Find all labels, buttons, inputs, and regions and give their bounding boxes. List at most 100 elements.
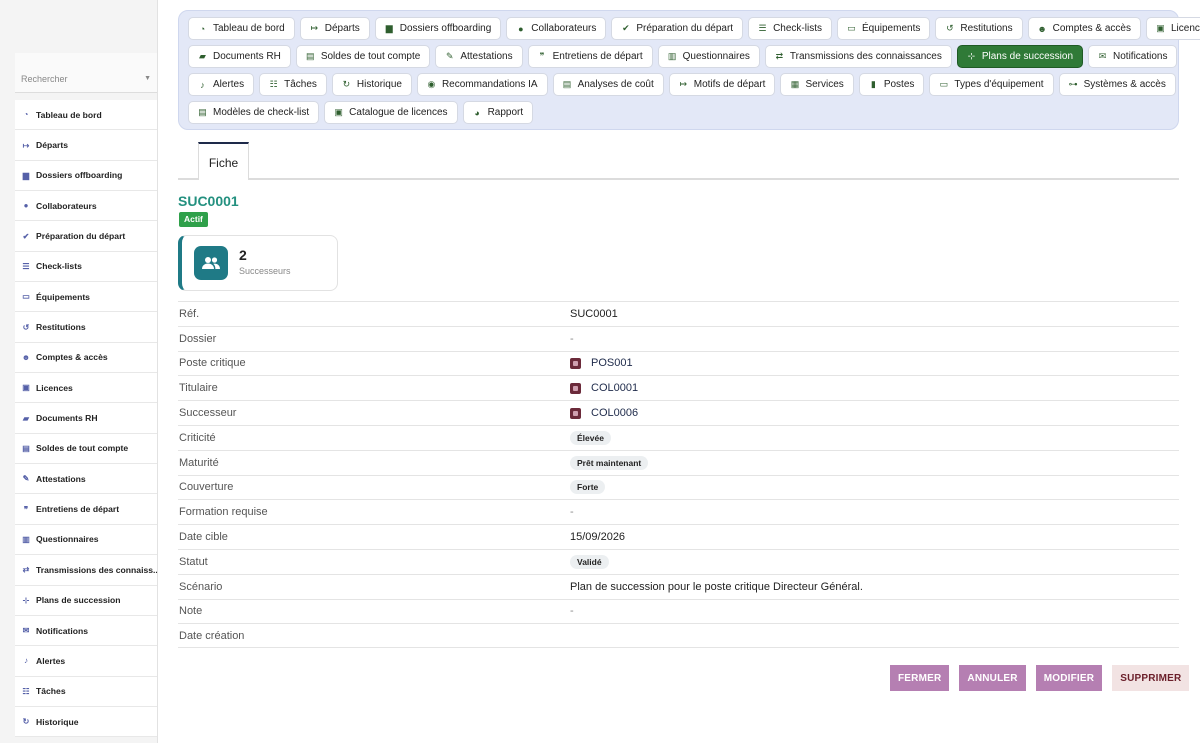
list-icon: ☰ (22, 261, 30, 271)
sidebar-item[interactable]: ✎ Attestations (15, 464, 157, 495)
detail-fields: Réf. SUC0001 Dossier - Poste critique POS001 T… (178, 301, 1179, 649)
nav-pill[interactable]: ▣ Licences (1145, 17, 1200, 40)
nav-pill-label: Restitutions (960, 23, 1013, 34)
sidebar-item-label: Alertes (36, 655, 66, 666)
field-value[interactable]: POS001 (570, 357, 633, 369)
sidebar-item[interactable]: ♪ Alertes (15, 646, 157, 677)
nav-pill[interactable]: ⇄ Transmissions des connaissances (764, 45, 952, 68)
sidebar-item[interactable]: ▰ Documents RH (15, 403, 157, 434)
field-value[interactable]: COL0006 (570, 407, 638, 419)
sidebar-item[interactable]: ▣ Licences (15, 373, 157, 404)
tab-fiche[interactable]: Fiche (198, 142, 249, 180)
field-label: Couverture (179, 481, 234, 494)
sidebar-item-label: Restitutions (36, 322, 86, 333)
sidebar-item[interactable]: ☷ Tâches (15, 677, 157, 707)
sidebar-item[interactable]: ⊹ Plans de succession (15, 586, 157, 616)
sidebar-item[interactable]: ↺ Restitutions (15, 312, 157, 343)
nav-pill[interactable]: ✔ Préparation du départ (611, 17, 744, 40)
sidebar-item[interactable]: ☻ Comptes & accès (15, 343, 157, 374)
sign-out-icon: ↦ (679, 79, 687, 89)
bell-icon: ♪ (24, 656, 28, 666)
sidebar-item[interactable]: ▭ Équipements (15, 282, 157, 313)
nav-row: ♪ Alertes ☷ Tâches ↻ Historique ◉ Recommandatio… (188, 73, 1178, 101)
nav-pill[interactable]: ▮ Postes (858, 73, 925, 96)
nav-pill[interactable]: ☻ Comptes & accès (1027, 17, 1141, 40)
nav-pill-label: Alertes (213, 79, 245, 90)
app-root: Rechercher ▼ ◔ Tableau de bord ↦ Départs ▆ Do… (0, 0, 1200, 743)
sidebar-item[interactable]: ▥ Questionnaires (15, 525, 157, 556)
money-icon: ▤ (306, 51, 315, 61)
record-link-text[interactable]: COL0001 (591, 382, 638, 394)
nav-pill[interactable]: ▭ Équipements (836, 17, 931, 40)
nav-pill[interactable]: ↦ Départs (299, 17, 370, 40)
nav-pill[interactable]: ▰ Documents RH (188, 45, 291, 68)
nav-pill[interactable]: ▥ Questionnaires (657, 45, 760, 68)
nav-pill[interactable]: ◕ Rapport (462, 101, 534, 124)
record-link-text[interactable]: POS001 (591, 357, 633, 369)
sidebar-item[interactable]: ⇄ Transmissions des connaiss... (15, 555, 157, 586)
nav-row: ▤ Modèles de check-list ▣ Catalogue de lice… (188, 101, 1178, 129)
field-value[interactable]: COL0001 (570, 382, 638, 394)
nav-pill[interactable]: ▤ Modèles de check-list (188, 101, 320, 124)
history-icon: ↻ (22, 717, 30, 727)
sidebar-item[interactable]: ◔ Tableau de bord (15, 100, 157, 131)
nav-pill-label: Tâches (284, 79, 317, 90)
nav-pill-label: Historique (356, 79, 402, 90)
nav-pill[interactable]: ✉ Notifications (1088, 45, 1178, 68)
record-link-text[interactable]: COL0006 (591, 407, 638, 419)
nav-pill[interactable]: ↻ Historique (331, 73, 412, 96)
nav-pill[interactable]: ✎ Attestations (435, 45, 523, 68)
nav-pill[interactable]: ▣ Catalogue de licences (324, 101, 458, 124)
module-nav: ◔ Tableau de bord ↦ Départs ▆ Dossiers offboa… (178, 10, 1200, 130)
sidebar-search-select[interactable]: Rechercher ▼ (15, 53, 157, 93)
nav-pill-label: Check-lists (773, 23, 822, 34)
laptop-icon: ▭ (22, 292, 30, 302)
nav-pill[interactable]: ▤ Soldes de tout compte (295, 45, 431, 68)
nav-pill[interactable]: ▦ Services (780, 73, 854, 96)
field-row: Couverture Forte (178, 474, 1179, 500)
nav-pill[interactable]: ♪ Alertes (188, 73, 255, 96)
nav-pill-label: Comptes & accès (1052, 23, 1131, 34)
field-value: SUC0001 (570, 307, 618, 320)
nav-pill[interactable]: ▭ Types d'équipement (929, 73, 1054, 96)
sidebar-item[interactable]: ☰ Check-lists (15, 252, 157, 283)
field-row: Titulaire COL0001 (178, 375, 1179, 400)
edit-button[interactable]: MODIFIER (1035, 665, 1103, 691)
nav-pill[interactable]: ↺ Restitutions (935, 17, 1023, 40)
sidebar-item-label: Départs (36, 140, 68, 151)
cancel-button[interactable]: ANNULER (959, 665, 1026, 691)
nav-pill-active[interactable]: ⊹ Plans de succession (956, 45, 1084, 68)
chevron-down-icon: ▼ (144, 75, 151, 82)
stat-label: Successeurs (239, 266, 291, 276)
nav-pill[interactable]: ☰ Check-lists (748, 17, 832, 40)
sidebar-item[interactable]: ▆ Dossiers offboarding (15, 161, 157, 192)
undo-icon: ↺ (946, 23, 954, 33)
sidebar-item[interactable]: ✔ Préparation du départ (15, 221, 157, 252)
sidebar-item[interactable]: ↻ Historique (15, 707, 157, 738)
nav-pill[interactable]: ▤ Analyses de coût (552, 73, 664, 96)
folder-user-icon: ▆ (22, 170, 30, 180)
certificate-icon: ✎ (446, 51, 454, 61)
delete-button[interactable]: SUPPRIMER (1112, 665, 1190, 691)
field-row: Criticité Élevée (178, 424, 1179, 450)
nav-pill[interactable]: ◉ Recommandations IA (416, 73, 548, 96)
nav-pill[interactable]: ❞ Entretiens de départ (527, 45, 653, 68)
nav-pill[interactable]: ☷ Tâches (259, 73, 327, 96)
undo-icon: ↺ (22, 322, 30, 332)
sidebar-item[interactable]: ● Collaborateurs (15, 191, 157, 222)
sidebar-item[interactable]: ❞ Entretiens de départ (15, 494, 157, 525)
nav-pill[interactable]: ⊶ Systèmes & accès (1058, 73, 1176, 96)
close-button[interactable]: FERMER (890, 665, 950, 691)
nav-pill[interactable]: ● Collaborateurs (506, 17, 607, 40)
nav-pill[interactable]: ▆ Dossiers offboarding (374, 17, 502, 40)
nav-pill-label: Documents RH (213, 51, 281, 62)
field-value: - (570, 332, 574, 345)
sidebar-item[interactable]: ▤ Soldes de tout compte (15, 434, 157, 465)
field-label: Successeur (179, 407, 237, 420)
nav-pill[interactable]: ◔ Tableau de bord (188, 17, 295, 40)
sidebar-item[interactable]: ✉ Notifications (15, 616, 157, 647)
nav-pill[interactable]: ↦ Motifs de départ (668, 73, 776, 96)
sidebar-item[interactable]: ↦ Départs (15, 130, 157, 161)
record-link-icon (570, 407, 581, 419)
field-label: Note (179, 605, 203, 618)
